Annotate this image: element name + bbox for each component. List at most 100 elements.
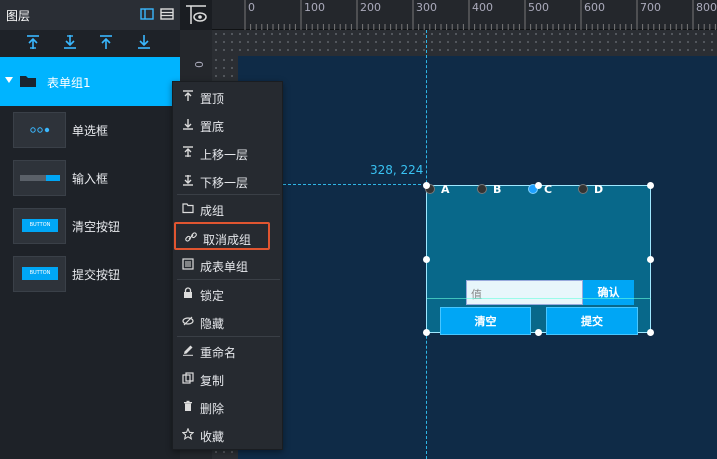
layer-panel: 图层 表单组1 单选框 输入框 BUTTON 清空按钮 BUTTON 提交按钮 <box>0 0 180 459</box>
move-up-layer-icon[interactable] <box>24 33 42 51</box>
layer-item-input[interactable]: 输入框 <box>0 160 180 200</box>
input-thumbnail-field <box>20 175 46 181</box>
to-top-icon <box>183 90 193 101</box>
guide-horizontal <box>283 184 426 185</box>
ruler-tick-label: 400 <box>472 1 493 14</box>
resize-handle-n[interactable] <box>535 182 542 189</box>
input-thumbnail-button <box>46 175 60 181</box>
radio-label: C <box>544 183 553 196</box>
value-input[interactable]: 值 <box>466 280 583 305</box>
ruler-left-tick: 0 <box>192 61 205 68</box>
radio-indicator <box>477 184 487 194</box>
layer-panel-header: 图层 <box>0 0 180 30</box>
ruler-tick-label: 600 <box>584 1 605 14</box>
radio-thumbnail-icon <box>30 127 50 133</box>
layout-icon[interactable] <box>140 8 154 20</box>
radio-label: D <box>594 183 604 196</box>
menu-item-label: 隐藏 <box>200 317 225 331</box>
menu-item-rename[interactable]: 重命名 <box>173 337 284 365</box>
bring-to-top-icon[interactable] <box>97 33 115 51</box>
context-menu: 置顶 置底 上移一层 下移一层 成组 取消成组 成表单组 锁定 隐藏 重命名 复… <box>172 81 283 450</box>
resize-handle-e[interactable] <box>647 256 654 263</box>
layer-name: 清空按钮 <box>72 220 121 234</box>
ruler-tick-label: 300 <box>416 1 437 14</box>
clear-button[interactable]: 清空 <box>440 307 531 335</box>
menu-item-favorite[interactable]: 收藏 <box>173 421 284 449</box>
menu-item-label: 锁定 <box>200 289 225 303</box>
menu-item-to-top[interactable]: 置顶 <box>173 83 284 111</box>
layer-toolbar <box>0 30 180 56</box>
menu-item-label: 重命名 <box>200 346 237 360</box>
menu-item-ungroup[interactable]: 取消成组 <box>174 222 270 250</box>
move-up-icon <box>183 146 193 157</box>
menu-item-delete[interactable]: 删除 <box>173 393 284 421</box>
menu-item-label: 成组 <box>200 204 225 218</box>
copy-icon <box>182 372 194 384</box>
ruler-toggle-icon[interactable] <box>180 0 212 30</box>
move-down-layer-icon[interactable] <box>61 33 79 51</box>
menu-item-label: 置底 <box>200 120 225 134</box>
layer-item-submit-button[interactable]: BUTTON 提交按钮 <box>0 256 180 296</box>
resize-handle-sw[interactable] <box>423 329 430 336</box>
layer-group-label: 表单组1 <box>47 76 91 90</box>
list-view-icon[interactable] <box>160 8 174 20</box>
ruler-tick-label: 100 <box>304 1 325 14</box>
submit-button[interactable]: 提交 <box>546 307 638 335</box>
pencil-icon <box>183 345 193 356</box>
ruler-corner[interactable] <box>180 0 212 30</box>
layer-item-clear-button[interactable]: BUTTON 清空按钮 <box>0 208 180 248</box>
folder-icon <box>182 203 194 214</box>
confirm-button[interactable]: 确认 <box>583 280 634 305</box>
menu-item-hide[interactable]: 隐藏 <box>173 308 284 336</box>
send-to-bottom-icon[interactable] <box>135 33 153 51</box>
layer-name: 输入框 <box>72 172 109 186</box>
folder-icon <box>20 76 36 87</box>
resize-handle-se[interactable] <box>647 329 654 336</box>
menu-item-move-up[interactable]: 上移一层 <box>173 139 284 167</box>
ruler-tick-label: 800 <box>696 1 717 14</box>
menu-item-form-group[interactable]: 成表单组 <box>173 251 284 279</box>
star-icon <box>182 428 194 440</box>
resize-handle-s[interactable] <box>535 329 542 336</box>
resize-handle-ne[interactable] <box>647 182 654 189</box>
menu-item-to-bottom[interactable]: 置底 <box>173 111 284 139</box>
menu-item-label: 下移一层 <box>200 176 249 190</box>
menu-item-lock[interactable]: 锁定 <box>173 280 284 308</box>
resize-handle-nw[interactable] <box>423 182 430 189</box>
menu-item-label: 取消成组 <box>203 233 252 247</box>
ruler-tick-label: 200 <box>360 1 381 14</box>
canvas-top-margin <box>212 30 717 56</box>
layer-thumbnail <box>13 160 66 196</box>
collapse-caret-icon[interactable] <box>5 77 13 83</box>
radio-option[interactable]: D <box>578 183 603 198</box>
menu-item-label: 收藏 <box>200 430 225 444</box>
coordinate-readout: 328, 224 <box>370 163 424 177</box>
layer-thumbnail <box>13 112 66 148</box>
selected-form-group[interactable]: A B C D 值 确认 清空 提交 <box>423 182 654 336</box>
ruler-ticks: 0 100 200 300 400 500 600 700 800 <box>244 0 717 30</box>
menu-item-move-down[interactable]: 下移一层 <box>173 167 284 195</box>
menu-item-label: 置顶 <box>200 92 225 106</box>
ruler-tick-label: 700 <box>640 1 661 14</box>
menu-item-label: 复制 <box>200 374 225 388</box>
radio-label: B <box>493 183 502 196</box>
ruler-tick-label: 500 <box>528 1 549 14</box>
ruler-horizontal[interactable]: 0 100 200 300 400 500 600 700 800 <box>212 0 717 30</box>
eye-off-icon <box>182 316 194 326</box>
ruler-tick-label: 0 <box>248 1 255 14</box>
menu-item-copy[interactable]: 复制 <box>173 365 284 393</box>
layer-group-row[interactable]: 表单组1 <box>0 57 180 106</box>
layer-thumbnail: BUTTON <box>13 256 66 292</box>
radio-indicator <box>578 184 588 194</box>
radio-label: A <box>441 183 450 196</box>
layer-item-radio[interactable]: 单选框 <box>0 112 180 152</box>
layer-name: 提交按钮 <box>72 268 121 282</box>
menu-item-label: 删除 <box>200 402 225 416</box>
trash-icon <box>184 400 192 411</box>
button-thumbnail: BUTTON <box>22 267 58 280</box>
panel-title: 图层 <box>6 9 31 23</box>
resize-handle-w[interactable] <box>423 256 430 263</box>
menu-item-group[interactable]: 成组 <box>173 195 284 223</box>
layer-thumbnail: BUTTON <box>13 208 66 244</box>
radio-option[interactable]: B <box>477 183 501 198</box>
